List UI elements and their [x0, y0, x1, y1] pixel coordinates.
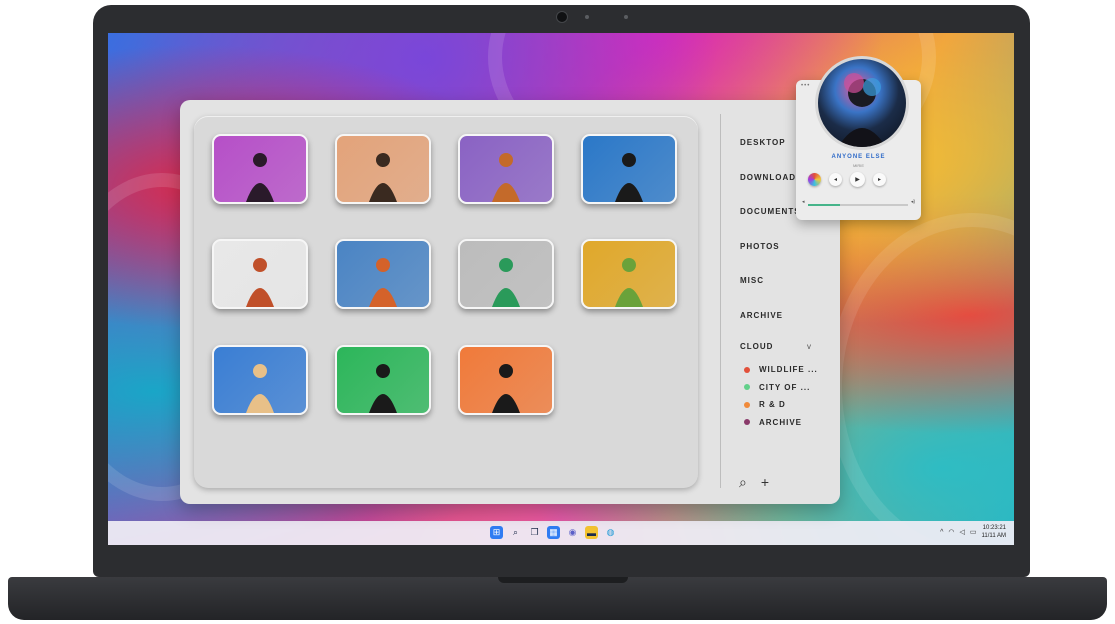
- cloud-folder-rd[interactable]: R & D: [740, 396, 830, 414]
- photo-yellow-grass[interactable]: [581, 239, 677, 309]
- cloud-folder-city[interactable]: CITY OF ...: [740, 379, 830, 397]
- sensor-icon: [585, 15, 589, 19]
- taskbar: ⊞ ⌕ ❐ ▦ ◉ ▬ ◍ ^ ◠ ◁ ▭ 10:23:21 11/11 AM: [108, 521, 1014, 545]
- file-explorer-icon[interactable]: ▬: [585, 526, 598, 539]
- photo-blue-brick[interactable]: [212, 345, 308, 415]
- cloud-folder-archive[interactable]: ARCHIVE: [740, 414, 830, 432]
- color-wheel-icon[interactable]: [808, 173, 821, 186]
- sidebar-item-archive[interactable]: ARCHIVE: [740, 309, 830, 344]
- photo-green-stripes[interactable]: [335, 345, 431, 415]
- webcam-icon: [556, 11, 568, 23]
- add-icon[interactable]: +: [761, 474, 769, 491]
- battery-icon[interactable]: ▭: [970, 528, 977, 536]
- photo-orange-splash[interactable]: [458, 345, 554, 415]
- artist-name: MIRIE: [852, 163, 865, 168]
- chevron-down-icon[interactable]: v: [807, 342, 812, 351]
- player-controls: ◂ ▶ ▸: [808, 172, 886, 187]
- volume-low-icon[interactable]: ◂: [802, 199, 805, 205]
- cloud-folder-label: CITY OF ...: [759, 382, 811, 392]
- chevron-up-icon[interactable]: ^: [940, 529, 943, 536]
- sidebar-item-cloud[interactable]: CLOUD v: [740, 339, 830, 353]
- album-art: [815, 56, 909, 150]
- chat-icon[interactable]: ◉: [566, 526, 579, 539]
- folder-color-dot: [744, 384, 750, 391]
- photo-woman-purple[interactable]: [212, 134, 308, 204]
- photo-white-wall[interactable]: [212, 239, 308, 309]
- volume-high-icon[interactable]: ◂): [911, 199, 915, 205]
- music-player-widget: ••• ANYONE ELSE MIRIE ◂ ▶ ▸ ◂ ◂): [796, 56, 921, 220]
- wifi-icon[interactable]: ◠: [948, 528, 954, 536]
- photo-gallery: [194, 116, 698, 488]
- folder-color-dot: [744, 366, 750, 373]
- search-icon[interactable]: ⌕: [739, 474, 747, 491]
- cloud-label: CLOUD: [740, 341, 774, 351]
- sidebar-item-misc[interactable]: MISC: [740, 274, 830, 309]
- clock-date: 11/11 AM: [981, 533, 1006, 539]
- cloud-folder-label: WILDLIFE ...: [759, 365, 818, 375]
- cloud-folder-label: R & D: [759, 400, 786, 410]
- photo-violet-stairs[interactable]: [458, 134, 554, 204]
- seek-bar[interactable]: [808, 204, 908, 206]
- search-icon[interactable]: ⌕: [509, 526, 522, 539]
- song-title: ANYONE ELSE: [831, 154, 886, 160]
- previous-button[interactable]: ◂: [829, 173, 842, 186]
- clock-time: 10:23:21: [982, 525, 1006, 531]
- widgets-icon[interactable]: ▦: [547, 526, 560, 539]
- edge-browser-icon[interactable]: ◍: [604, 526, 617, 539]
- seek-progress: [808, 204, 840, 206]
- start-icon[interactable]: ⊞: [490, 526, 503, 539]
- cloud-folder-wildlife[interactable]: WILDLIFE ...: [740, 361, 830, 379]
- lid-hinge: [498, 577, 628, 583]
- photo-man-orange[interactable]: [335, 239, 431, 309]
- file-browser-window: DESKTOP DOWNLOADS DOCUMENTS PHOTOS MISC …: [180, 100, 840, 504]
- sensor-icon: [624, 15, 628, 19]
- system-tray: ^ ◠ ◁ ▭ 10:23:21 11/11 AM: [940, 524, 1006, 540]
- volume-icon[interactable]: ◁: [960, 528, 965, 536]
- task-view-icon[interactable]: ❐: [528, 526, 541, 539]
- folder-color-dot: [744, 401, 750, 408]
- play-button[interactable]: ▶: [850, 172, 865, 187]
- photo-man-blue-yellow[interactable]: [581, 134, 677, 204]
- wallpaper-swirl: [828, 213, 1014, 545]
- cloud-folder-list: WILDLIFE ... CITY OF ... R & D ARCHIVE: [740, 361, 830, 431]
- photo-green-dress[interactable]: [458, 239, 554, 309]
- laptop-base: [8, 577, 1107, 620]
- sidebar-divider: [720, 114, 721, 488]
- clock[interactable]: 10:23:21 11/11 AM: [982, 524, 1006, 540]
- folder-color-dot: [744, 419, 750, 426]
- sidebar-item-photos[interactable]: PHOTOS: [740, 240, 830, 275]
- next-button[interactable]: ▸: [873, 173, 886, 186]
- player-menu-icon[interactable]: •••: [801, 83, 810, 89]
- cloud-folder-label: ARCHIVE: [759, 417, 803, 427]
- photo-peach-wall[interactable]: [335, 134, 431, 204]
